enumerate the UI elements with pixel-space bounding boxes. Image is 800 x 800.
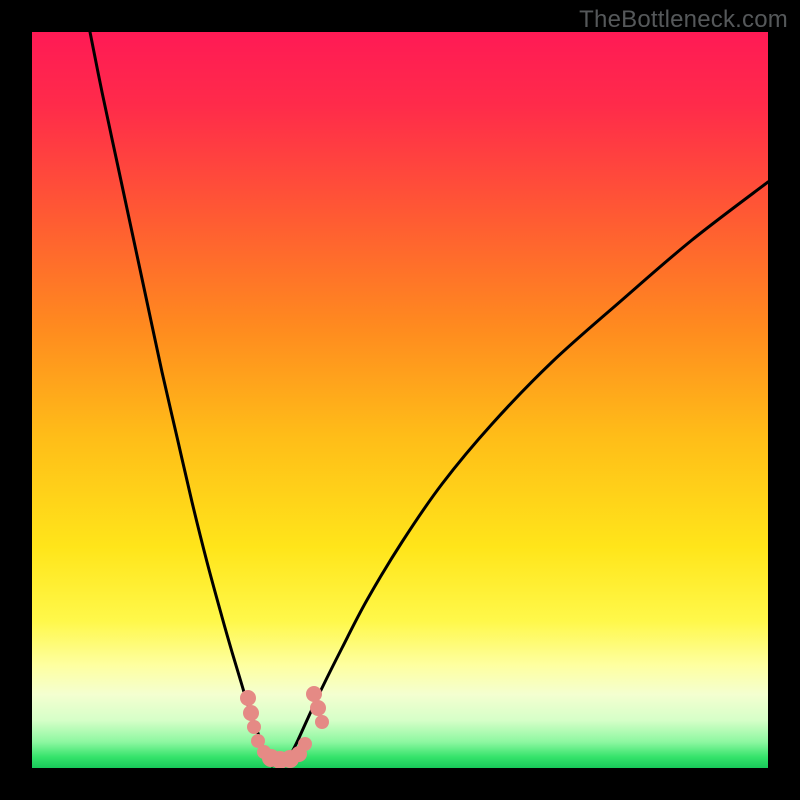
chart-frame: TheBottleneck.com bbox=[0, 0, 800, 800]
watermark-text: TheBottleneck.com bbox=[579, 6, 788, 34]
plot-area bbox=[32, 32, 768, 768]
background-gradient bbox=[32, 32, 768, 768]
